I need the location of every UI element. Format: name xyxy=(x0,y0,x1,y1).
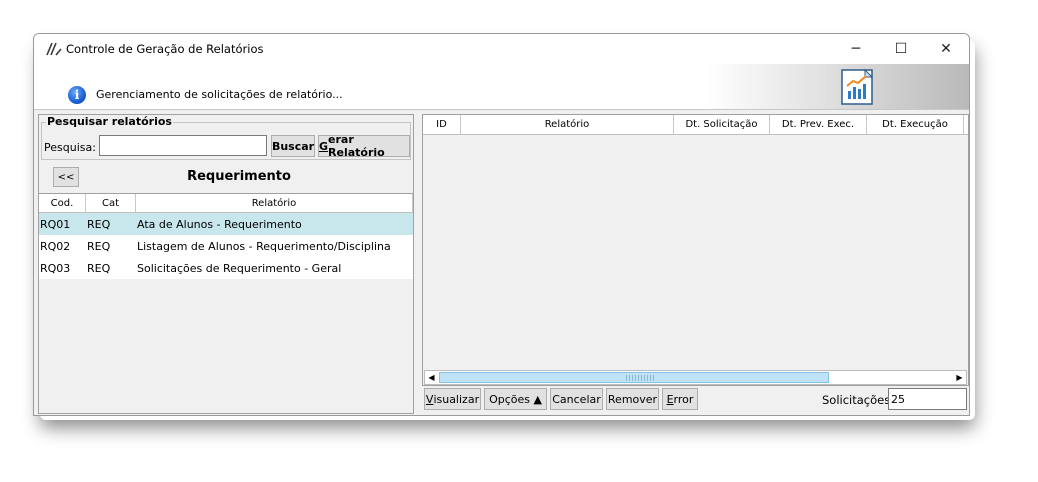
minimize-button[interactable]: ─ xyxy=(834,34,878,64)
column-header-relatorio[interactable]: Relatório xyxy=(461,115,674,134)
cell-relatorio: Listagem de Alunos - Requerimento/Discip… xyxy=(137,239,391,253)
cell-cat: REQ xyxy=(87,239,111,253)
table-row[interactable]: RQ03 REQ Solicitações de Requerimento - … xyxy=(39,257,413,279)
error-button[interactable]: Error xyxy=(662,388,698,410)
remover-button[interactable]: Remover xyxy=(606,388,659,410)
table-row[interactable]: RQ02 REQ Listagem de Alunos - Requerimen… xyxy=(39,235,413,257)
window-title: Controle de Geração de Relatórios xyxy=(66,42,264,56)
search-button[interactable]: Buscar xyxy=(271,135,315,157)
cell-cod: RQ02 xyxy=(40,239,71,253)
info-icon: i xyxy=(68,86,86,104)
cell-cat: REQ xyxy=(87,261,111,275)
column-header-dt-prev-exec[interactable]: Dt. Prev. Exec. xyxy=(770,115,867,134)
maximize-button[interactable]: ☐ xyxy=(879,34,923,64)
search-label: Pesquisa: xyxy=(44,141,96,154)
column-header-dt-solicitacao[interactable]: Dt. Solicitação xyxy=(674,115,770,134)
cancelar-button[interactable]: Cancelar xyxy=(550,388,603,410)
requests-panel: ID Relatório Dt. Solicitação Dt. Prev. E… xyxy=(422,114,969,386)
cell-relatorio: Ata de Alunos - Requerimento xyxy=(137,217,302,231)
column-header-id[interactable]: ID xyxy=(423,115,461,134)
close-button[interactable]: ✕ xyxy=(924,34,968,64)
opcoes-button[interactable]: Opções ▲ xyxy=(484,388,547,410)
solicitacoes-count-field[interactable] xyxy=(888,388,967,410)
section-title: Requerimento xyxy=(187,169,291,184)
requests-table-header: ID Relatório Dt. Solicitação Dt. Prev. E… xyxy=(423,115,968,135)
cell-cod: RQ01 xyxy=(40,217,71,231)
search-group-title: Pesquisar relatórios xyxy=(46,115,173,128)
maximize-icon: ☐ xyxy=(894,41,908,57)
column-header-cat[interactable]: Cat xyxy=(86,194,136,212)
cell-relatorio: Solicitações de Requerimento - Geral xyxy=(137,261,342,275)
action-bar: Visualizar Opções ▲ Cancelar Remover Err… xyxy=(422,388,969,414)
report-list-panel: Pesquisar relatórios Pesquisa: Buscar Ge… xyxy=(38,114,414,414)
column-header-relatorio[interactable]: Relatório xyxy=(136,194,413,212)
visualizar-button[interactable]: Visualizar xyxy=(424,388,481,410)
minimize-icon: ─ xyxy=(851,41,861,57)
back-button[interactable]: << xyxy=(53,167,79,187)
app-window: Controle de Geração de Relatórios ─ ☐ ✕ … xyxy=(33,33,970,416)
scroll-left-icon[interactable]: ◀ xyxy=(425,371,438,384)
column-header-dt-execucao[interactable]: Dt. Execução xyxy=(867,115,964,134)
solicitacoes-label: Solicitações: xyxy=(822,393,895,407)
close-icon: ✕ xyxy=(940,41,952,57)
report-table-header: Cod. Cat Relatório xyxy=(39,194,413,213)
title-bar[interactable]: Controle de Geração de Relatórios ─ ☐ ✕ xyxy=(34,34,969,64)
table-row[interactable]: RQ01 REQ Ata de Alunos - Requerimento xyxy=(39,213,413,235)
column-header-cod[interactable]: Cod. xyxy=(39,194,86,212)
report-table: Cod. Cat Relatório RQ01 REQ Ata de Aluno… xyxy=(39,193,413,413)
cell-cat: REQ xyxy=(87,217,111,231)
search-input[interactable] xyxy=(99,135,267,156)
search-group: Pesquisar relatórios Pesquisa: Buscar Ge… xyxy=(41,115,411,160)
header-banner: i Gerenciamento de solicitações de relat… xyxy=(34,64,969,110)
cell-cod: RQ03 xyxy=(40,261,71,275)
report-chart-icon xyxy=(841,68,874,105)
scroll-right-icon[interactable]: ▶ xyxy=(953,371,966,384)
horizontal-scrollbar[interactable]: ◀ ▶ xyxy=(424,370,967,385)
banner-text: Gerenciamento de solicitações de relatór… xyxy=(96,88,343,101)
scrollbar-thumb[interactable] xyxy=(439,372,829,383)
app-logo-icon xyxy=(46,42,62,56)
scrollbar-grip xyxy=(626,375,654,381)
generate-report-button[interactable]: Gerar Relatório xyxy=(318,133,410,159)
